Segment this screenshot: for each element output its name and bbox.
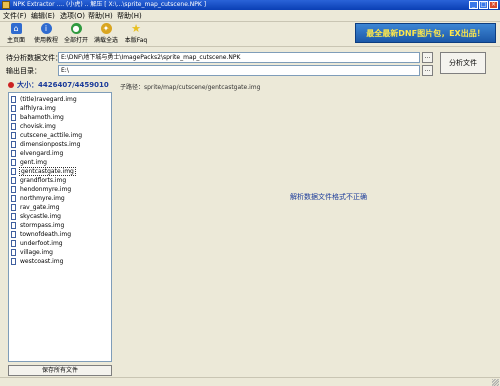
lightbulb-icon: ✦ (100, 23, 112, 34)
globe-icon: ● (70, 23, 82, 34)
file-icon (11, 249, 16, 256)
file-icon (11, 177, 16, 184)
list-item[interactable]: dimensionposts.img (11, 140, 81, 149)
minimize-icon[interactable]: _ (469, 1, 478, 9)
list-item[interactable]: alfhlyra.img (11, 104, 57, 113)
menu-edit[interactable]: 编辑(E) (31, 11, 55, 21)
app-icon (2, 1, 10, 9)
menu-options[interactable]: 选项(O) (60, 11, 85, 21)
star-icon: ★ (131, 22, 141, 35)
pin-icon (8, 82, 14, 88)
window-title: NPK Extractor .... (小虎) .. 解压 [ X:\...\s… (13, 1, 207, 8)
list-item[interactable]: hendonmyre.img (11, 185, 72, 194)
file-icon (11, 159, 16, 166)
menu-bar: 文件(F) 编辑(E) 选项(O) 帮助(H) 帮助(H) (0, 10, 500, 22)
file-icon (11, 231, 16, 238)
source-file-field[interactable]: E:\DNF\地下城与勇士\ImagePacks2\sprite_map_cut… (58, 52, 420, 63)
list-item[interactable]: elvengard.img (11, 149, 64, 158)
faq-button[interactable]: ★ 本版Faq (122, 23, 150, 45)
title-bar: NPK Extractor .... (小虎) .. 解压 [ X:\...\s… (0, 0, 500, 10)
file-icon (11, 168, 16, 175)
file-icon (11, 186, 16, 193)
list-item[interactable]: chovisk.img (11, 122, 57, 131)
list-item[interactable]: skycastle.img (11, 212, 62, 221)
file-icon (11, 213, 16, 220)
source-browse-button[interactable]: ... (422, 52, 433, 63)
file-list[interactable]: (title)ravegard.img alfhlyra.img bahamot… (8, 92, 112, 362)
tutorial-button[interactable]: i 使用教程 (32, 23, 60, 45)
maximize-icon[interactable]: □ (479, 1, 488, 9)
file-icon (11, 96, 16, 103)
home-button[interactable]: ⌂ 主页面 (2, 23, 30, 45)
open-all-button[interactable]: ● 全部打开 (62, 23, 90, 45)
list-item-selected[interactable]: gentcastgate.img (11, 167, 76, 176)
error-message: 解析数据文件格式不正确 (290, 193, 367, 201)
list-item[interactable]: cutscene_acttile.img (11, 131, 83, 140)
subpath-label: 子路径：sprite/map/cutscene/gentcastgate.img (120, 84, 261, 91)
file-icon (11, 240, 16, 247)
file-icon (11, 105, 16, 112)
save-all-button[interactable]: 保存所有文件 (8, 365, 112, 376)
file-icon (11, 123, 16, 130)
file-icon (11, 258, 16, 265)
menu-file[interactable]: 文件(F) (3, 11, 27, 21)
output-dir-label: 输出目录： (6, 67, 41, 75)
info-icon: i (40, 23, 52, 34)
list-item[interactable]: grandflorts.img (11, 176, 67, 185)
file-icon (11, 132, 16, 139)
list-item[interactable]: stormpass.img (11, 221, 65, 230)
list-item[interactable]: northmyre.img (11, 194, 66, 203)
size-readout: 大小：4426407/4459010 (8, 80, 109, 90)
menu-help-2[interactable]: 帮助(H) (117, 11, 142, 21)
home-icon: ⌂ (10, 23, 22, 34)
file-icon (11, 195, 16, 202)
select-all-button[interactable]: ✦ 满载全选 (92, 23, 120, 45)
list-item[interactable]: bahamoth.img (11, 113, 65, 122)
close-icon[interactable]: × (489, 1, 498, 9)
file-icon (11, 150, 16, 157)
file-icon (11, 141, 16, 148)
promo-banner[interactable]: 最全最新DNF图片包，EX出品！ (355, 23, 496, 43)
menu-help[interactable]: 帮助(H) (88, 11, 113, 21)
list-item[interactable]: townofdeath.img (11, 230, 72, 239)
source-file-label: 待分析数据文件： (6, 54, 62, 62)
list-item[interactable]: (title)ravegard.img (11, 95, 78, 104)
list-item[interactable]: village.img (11, 248, 54, 257)
output-dir-field[interactable]: E:\ (58, 65, 420, 76)
list-item[interactable]: westcoast.img (11, 257, 64, 266)
file-icon (11, 204, 16, 211)
analyze-button[interactable]: 分析文件 (440, 52, 486, 74)
output-browse-button[interactable]: ... (422, 65, 433, 76)
list-item[interactable]: underfoot.img (11, 239, 64, 248)
file-icon (11, 114, 16, 121)
list-item[interactable]: gent.img (11, 158, 48, 167)
file-icon (11, 222, 16, 229)
list-item[interactable]: rav_gate.img (11, 203, 60, 212)
